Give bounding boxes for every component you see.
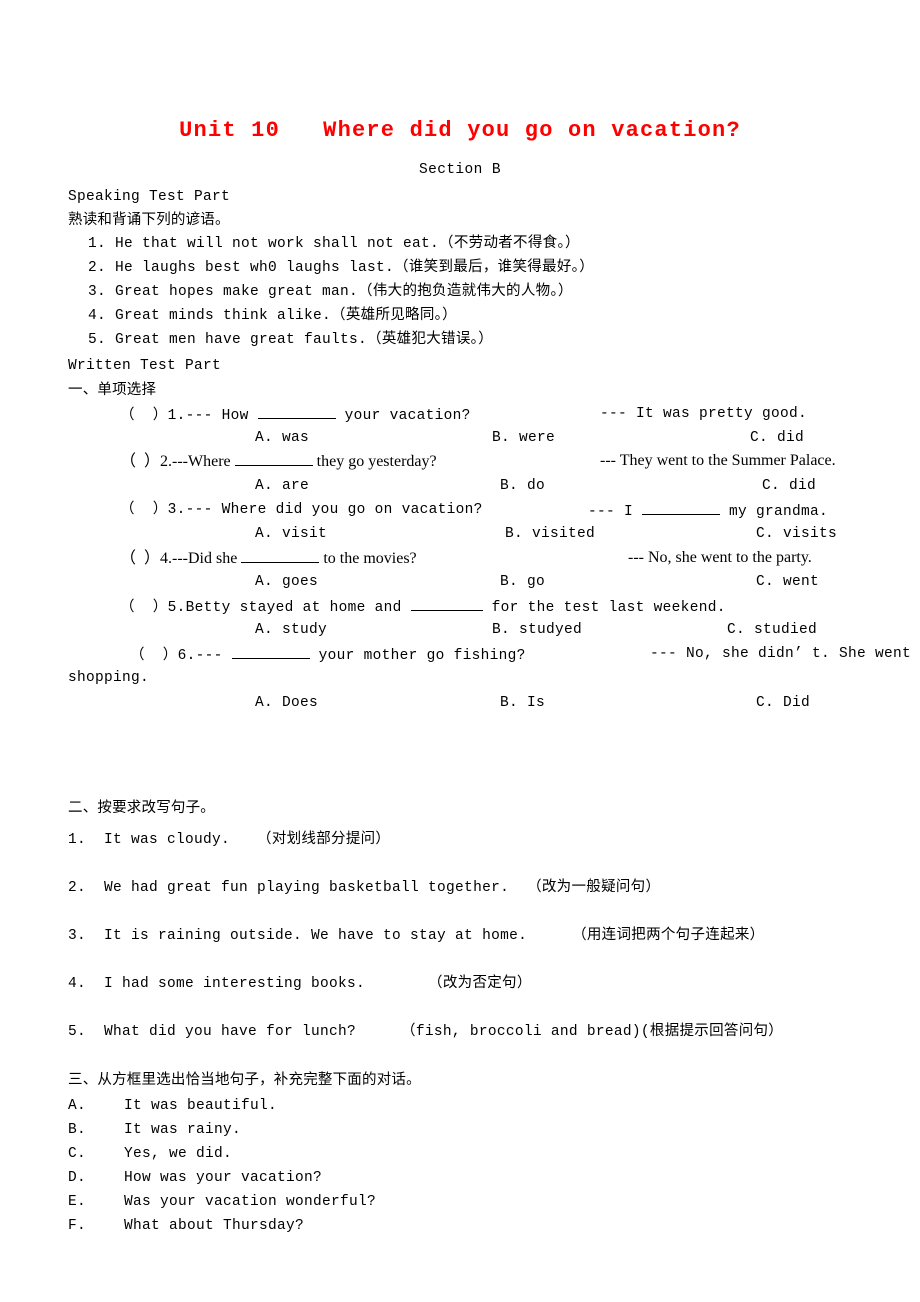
question-2-option-c[interactable]: C. did [762,477,816,495]
page-title: Unit 10 Where did you go on vacation? [179,118,741,143]
question-3-answer-before: --- I [588,504,643,520]
proverb-item: 5. Great men have great faults.（英雄犯大错误。） [88,332,493,348]
section-one-heading: 一、单项选择 [68,382,157,398]
proverb-item: 1. He that will not work shall not eat.（… [88,236,580,252]
question-4-stem: （ ）4.---Did she to the movies? [120,549,417,568]
section-two-item: 5. What did you have for lunch? （fish, b… [68,1024,784,1040]
question-1-option-b[interactable]: B. were [492,429,555,447]
choice-text-f[interactable]: What about Thursday? [124,1217,304,1235]
question-1-marker: （ ）1. [120,408,186,424]
section-two-item: 1. It was cloudy. （对划线部分提问） [68,832,391,848]
choice-text-b[interactable]: It was rainy. [124,1121,241,1139]
question-5-option-a[interactable]: A. study [255,621,327,639]
question-3-stem: （ ）3.--- Where did you go on vacation? [120,501,483,519]
question-3-option-a[interactable]: A. visit [255,525,327,543]
question-6-option-a[interactable]: A. Does [255,694,318,712]
question-4-marker: （ ）4. [120,550,173,567]
question-2-option-a[interactable]: A. are [255,477,309,495]
question-2-answer: --- They went to the Summer Palace. [600,452,836,469]
choice-letter-c: C. [68,1146,87,1162]
speaking-heading: Speaking Test Part [68,189,231,205]
question-5-stem-after: for the test last weekend. [482,600,726,616]
section-two-item: 3. It is raining outside. We have to sta… [68,928,765,944]
question-4-stem-after: to the movies? [319,550,417,567]
question-2-stem-after: they go yesterday? [312,453,437,470]
question-2-stem: （ ）2.---Where they go yesterday? [120,452,437,471]
question-6-answer: --- No, she didn’ t. She went [650,646,912,662]
question-2-blank[interactable] [234,452,313,466]
choice-text-a[interactable]: It was beautiful. [124,1097,277,1115]
question-1-answer: --- It was pretty good. [600,406,808,422]
question-6-stem: （ ）6.--- your mother go fishing? [130,645,526,665]
question-6-option-b[interactable]: B. Is [500,694,545,712]
section-two-heading: 二、按要求改写句子。 [68,800,215,816]
question-6-blank[interactable] [231,645,310,659]
question-5-option-c[interactable]: C. studied [727,621,817,639]
question-3-stem-before: --- Where did you go on vacation? [185,502,483,518]
question-6-answer-wrap: shopping. [68,670,150,686]
question-4-blank[interactable] [241,549,320,563]
question-1-blank[interactable] [257,405,336,419]
question-1-option-a[interactable]: A. was [255,429,309,447]
question-3-answer-after: my grandma. [720,504,829,520]
question-6-stem-after: your mother go fishing? [309,648,526,664]
question-1-stem-before: --- How [185,408,258,424]
choice-letter-d: D. [68,1170,87,1186]
question-3-option-c[interactable]: C. visits [756,525,837,543]
question-3-answer: --- I my grandma. [588,501,828,521]
question-5-option-b[interactable]: B. studyed [492,621,582,639]
question-1-stem-after: your vacation? [335,408,471,424]
question-4-option-b[interactable]: B. go [500,573,545,591]
page-subtitle: Section B [419,162,501,178]
question-5-blank[interactable] [410,597,483,611]
section-three-heading: 三、从方框里选出恰当地句子，补充完整下面的对话。 [68,1072,421,1088]
choice-text-c[interactable]: Yes, we did. [124,1145,232,1163]
choice-text-e[interactable]: Was your vacation wonderful? [124,1193,376,1211]
question-1-option-c[interactable]: C. did [750,429,804,447]
section-two-item: 4. I had some interesting books. （改为否定句） [68,976,532,992]
question-6-marker: （ ）6. [130,648,196,664]
question-5-marker: （ ）5. [120,600,186,616]
question-2-stem-before: ---Where [172,453,235,470]
proverb-item: 2. He laughs best wh0 laughs last.（谁笑到最后… [88,260,594,276]
choice-text-d[interactable]: How was your vacation? [124,1169,322,1187]
question-4-answer: --- No, she went to the party. [628,549,812,566]
question-3-marker: （ ）3. [120,502,186,518]
written-heading: Written Test Part [68,358,222,374]
question-6-option-c[interactable]: C. Did [756,694,810,712]
question-2-option-b[interactable]: B. do [500,477,545,495]
proverb-item: 4. Great minds think alike.（英雄所见略同。） [88,308,457,324]
question-5-stem: （ ）5.Betty stayed at home and for the te… [120,597,726,617]
section-two-item: 2. We had great fun playing basketball t… [68,880,661,896]
choice-letter-a: A. [68,1098,87,1114]
question-2-marker: （ ）2. [120,453,173,470]
question-3-option-b[interactable]: B. visited [505,525,595,543]
choice-letter-e: E. [68,1194,87,1210]
question-6-stem-before: --- [195,648,232,664]
choice-letter-f: F. [68,1218,87,1234]
question-5-stem-before: Betty stayed at home and [185,600,411,616]
question-4-stem-before: ---Did she [172,550,242,567]
question-4-option-c[interactable]: C. went [756,573,819,591]
question-4-option-a[interactable]: A. goes [255,573,318,591]
worksheet-page: Unit 10 Where did you go on vacation? Se… [0,0,920,1302]
choice-letter-b: B. [68,1122,87,1138]
speaking-instruction: 熟读和背诵下列的谚语。 [68,212,230,228]
question-3-blank[interactable] [642,501,721,515]
question-1-stem: （ ）1.--- How your vacation? [120,405,471,425]
proverb-item: 3. Great hopes make great man.（伟大的抱负造就伟大… [88,284,573,300]
